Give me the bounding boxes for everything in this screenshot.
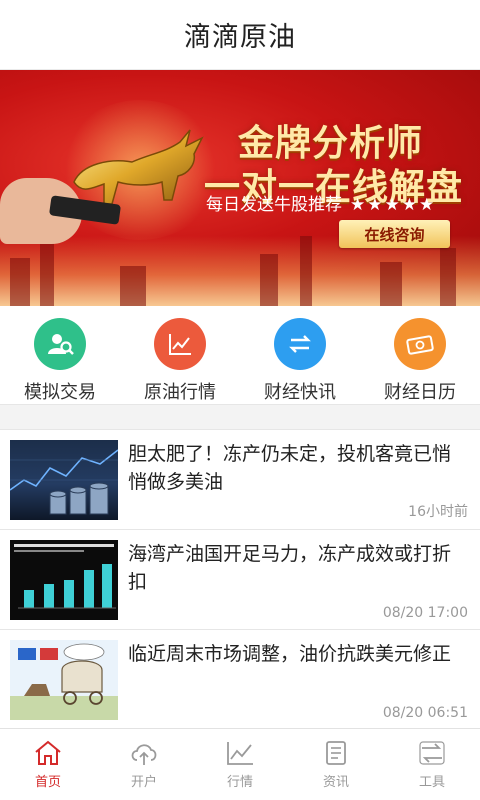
bar-chart-thumbnail <box>10 540 118 620</box>
quick-item-label: 模拟交易 <box>24 382 96 403</box>
news-list: 胆太肥了！冻产仍未定，投机客竟已悄悄做多美油 16小时前 海湾产油国开足马力，冻… <box>0 430 480 730</box>
skyline-building <box>300 236 312 306</box>
quick-item-crude-market[interactable]: 原油行情 <box>120 306 240 404</box>
quick-item-label: 财经快讯 <box>264 382 336 403</box>
market-chart-icon <box>227 742 253 765</box>
tab-news[interactable]: 资讯 <box>288 729 384 800</box>
skyline-building <box>260 254 278 306</box>
news-time: 08/20 06:51 <box>382 705 468 721</box>
news-title: 海湾产油国开足马力，冻产成效或打折扣 <box>128 543 452 593</box>
cloud-upload-icon <box>131 744 157 765</box>
skyline-building <box>380 262 402 306</box>
quick-item-simulated-trading[interactable]: 模拟交易 <box>0 306 120 404</box>
news-item[interactable]: 海湾产油国开足马力，冻产成效或打折扣 08/20 17:00 <box>0 530 480 630</box>
news-item[interactable]: 临近周末市场调整，油价抗跌美元修正 08/20 06:51 <box>0 630 480 730</box>
tab-home[interactable]: 首页 <box>0 729 96 800</box>
tab-open-account[interactable]: 开户 <box>96 729 192 800</box>
skyline-building <box>40 244 54 306</box>
quick-item-label: 财经日历 <box>384 382 456 403</box>
news-icon <box>326 741 346 765</box>
chart-line-icon <box>154 318 206 370</box>
skyline-building <box>440 248 456 306</box>
quick-item-finance-calendar[interactable]: 财经日历 <box>360 306 480 404</box>
skyline-building <box>10 258 30 306</box>
news-title: 胆太肥了！冻产仍未定，投机客竟已悄悄做多美油 <box>128 443 452 493</box>
user-search-icon <box>34 318 86 370</box>
consult-online-button[interactable]: 在线咨询 <box>339 220 450 248</box>
rating-stars-icon: ★★★★★ <box>350 195 437 215</box>
tab-label: 开户 <box>130 775 157 790</box>
news-title: 临近周末市场调整，油价抗跌美元修正 <box>128 643 452 665</box>
tab-tools[interactable]: 工具 <box>384 729 480 800</box>
quick-item-label: 原油行情 <box>144 382 216 403</box>
banner-subline: 每日发送牛股推荐 ★★★★★ <box>206 190 436 215</box>
tab-label: 工具 <box>418 775 445 790</box>
app-header: 滴滴原油 <box>0 0 480 70</box>
quick-menu: 模拟交易 原油行情 财经快讯 财经日历 <box>0 306 480 404</box>
banner-subline-text: 每日发送牛股推荐 <box>206 195 342 215</box>
tab-label: 首页 <box>34 775 61 790</box>
tools-icon <box>419 741 445 765</box>
news-time: 08/20 17:00 <box>382 605 468 621</box>
money-icon <box>394 318 446 370</box>
page-title: 滴滴原油 <box>184 22 296 53</box>
home-icon <box>35 740 61 765</box>
tab-label: 行情 <box>226 775 253 790</box>
oil-barrels-thumbnail <box>10 440 118 520</box>
quick-item-finance-flash[interactable]: 财经快讯 <box>240 306 360 404</box>
section-divider <box>0 404 480 430</box>
cartoon-thumbnail <box>10 640 118 720</box>
exchange-icon <box>274 318 326 370</box>
bottom-tab-bar: 首页 开户 行情 资讯 工具 <box>0 728 480 800</box>
news-item[interactable]: 胆太肥了！冻产仍未定，投机客竟已悄悄做多美油 16小时前 <box>0 430 480 530</box>
promo-banner[interactable]: 金牌分析师 一对一在线解盘 每日发送牛股推荐 ★★★★★ 在线咨询 <box>0 70 480 306</box>
skyline-building <box>120 266 146 306</box>
tab-label: 资讯 <box>322 775 349 790</box>
news-time: 16小时前 <box>408 504 468 520</box>
tab-market[interactable]: 行情 <box>192 729 288 800</box>
